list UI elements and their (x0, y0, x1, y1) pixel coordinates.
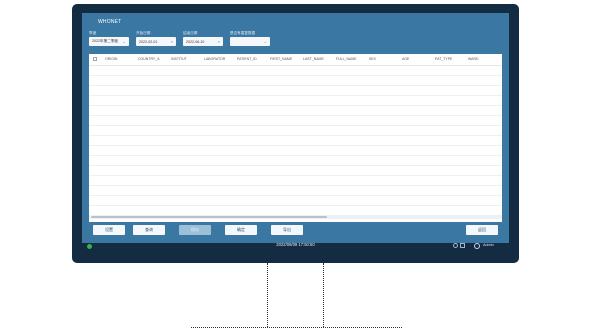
calculator-icon[interactable] (460, 243, 465, 248)
empty-table-row (89, 165, 502, 166)
export-button[interactable]: 导出 (271, 225, 303, 235)
empty-table-row (89, 135, 502, 136)
column-header[interactable]: AGE (402, 57, 409, 61)
column-header[interactable]: FIRST_NAME (270, 57, 292, 61)
duplicates-select[interactable]: ⌄ (230, 37, 270, 46)
filter-duplicates: 是否有重复数据 ⌄ (230, 31, 270, 46)
app-title: WHONET (98, 19, 122, 25)
empty-table-row (89, 115, 502, 116)
empty-table-row (89, 195, 502, 196)
select-all-checkbox[interactable] (93, 57, 97, 61)
user-name: Admin (483, 243, 494, 247)
app-window: WHONET 季度 2022年第二季度 ⌄ 开始日期 2022-02-01 × … (82, 13, 509, 243)
filter-start-date-label: 开始日期 (136, 31, 151, 35)
status-bar: 2022/06/09 17:50:50 Admin (82, 239, 509, 254)
stand-cable-left (267, 263, 268, 327)
filter-quarter-label: 季度 (89, 31, 97, 35)
clear-icon[interactable]: × (218, 39, 220, 44)
empty-table-row (89, 105, 502, 106)
user-icon[interactable] (474, 243, 480, 249)
action-toolbar: 设置 查询 保存 确定 导出 返回 (89, 225, 502, 237)
start-date-field[interactable]: 2022-02-01 × (136, 37, 176, 46)
stand-cable-right (323, 263, 324, 327)
query-button[interactable]: 查询 (133, 225, 165, 235)
empty-table-row (89, 85, 502, 86)
save-button[interactable]: 保存 (179, 225, 211, 235)
empty-table-row (89, 145, 502, 146)
empty-table-row (89, 175, 502, 176)
filter-duplicates-label: 是否有重复数据 (230, 31, 256, 35)
back-button[interactable]: 返回 (466, 225, 498, 235)
confirm-button[interactable]: 确定 (225, 225, 257, 235)
column-header[interactable]: COUNTRY_A (138, 57, 160, 61)
quarter-select[interactable]: 2022年第二季度 ⌄ (89, 37, 129, 46)
data-grid: ORIGIN COUNTRY_A INSTITUT LABORATOR PATI… (89, 54, 502, 222)
clear-icon[interactable]: × (171, 39, 173, 44)
column-header[interactable]: INSTITUT (171, 57, 187, 61)
filter-quarter: 季度 2022年第二季度 ⌄ (89, 31, 129, 46)
title-bar: WHONET (82, 13, 509, 31)
chevron-down-icon: ⌄ (263, 39, 267, 44)
empty-table-row (89, 155, 502, 156)
end-date-value: 2022-06-10 (186, 39, 205, 44)
status-datetime: 2022/06/09 17:50:50 (276, 242, 315, 247)
quarter-select-value: 2022年第二季度 (92, 39, 118, 43)
column-header[interactable]: WARD (468, 57, 479, 61)
column-header[interactable]: SEX (369, 57, 376, 61)
empty-table-row (89, 125, 502, 126)
column-header[interactable]: LAST_NAME (303, 57, 324, 61)
scrollbar-thumb[interactable] (91, 216, 327, 218)
info-icon[interactable] (453, 243, 458, 248)
horizontal-scrollbar[interactable] (89, 215, 502, 219)
column-header[interactable]: PAT_TYPE (435, 57, 452, 61)
stand-base-line (191, 327, 402, 328)
column-header[interactable]: ORIGIN (105, 57, 117, 61)
end-date-field[interactable]: 2022-06-10 × (183, 37, 223, 46)
settings-button[interactable]: 设置 (93, 225, 125, 235)
grid-header: ORIGIN COUNTRY_A INSTITUT LABORATOR PATI… (89, 54, 502, 66)
column-header[interactable]: LABORATOR (204, 57, 225, 61)
chevron-down-icon: ⌄ (122, 39, 126, 44)
start-date-value: 2022-02-01 (139, 39, 158, 44)
filter-end-date: 结束日期 2022-06-10 × (183, 31, 223, 46)
filter-end-date-label: 结束日期 (183, 31, 198, 35)
column-header[interactable]: FULL_NAME (336, 57, 357, 61)
empty-table-row (89, 95, 502, 96)
filter-start-date: 开始日期 2022-02-01 × (136, 31, 176, 46)
empty-table-row (89, 75, 502, 76)
empty-table-row (89, 185, 502, 186)
monitor-frame: WHONET 季度 2022年第二季度 ⌄ 开始日期 2022-02-01 × … (72, 4, 519, 263)
empty-table-row (89, 205, 502, 206)
column-header[interactable]: PATIENT_ID (237, 57, 257, 61)
